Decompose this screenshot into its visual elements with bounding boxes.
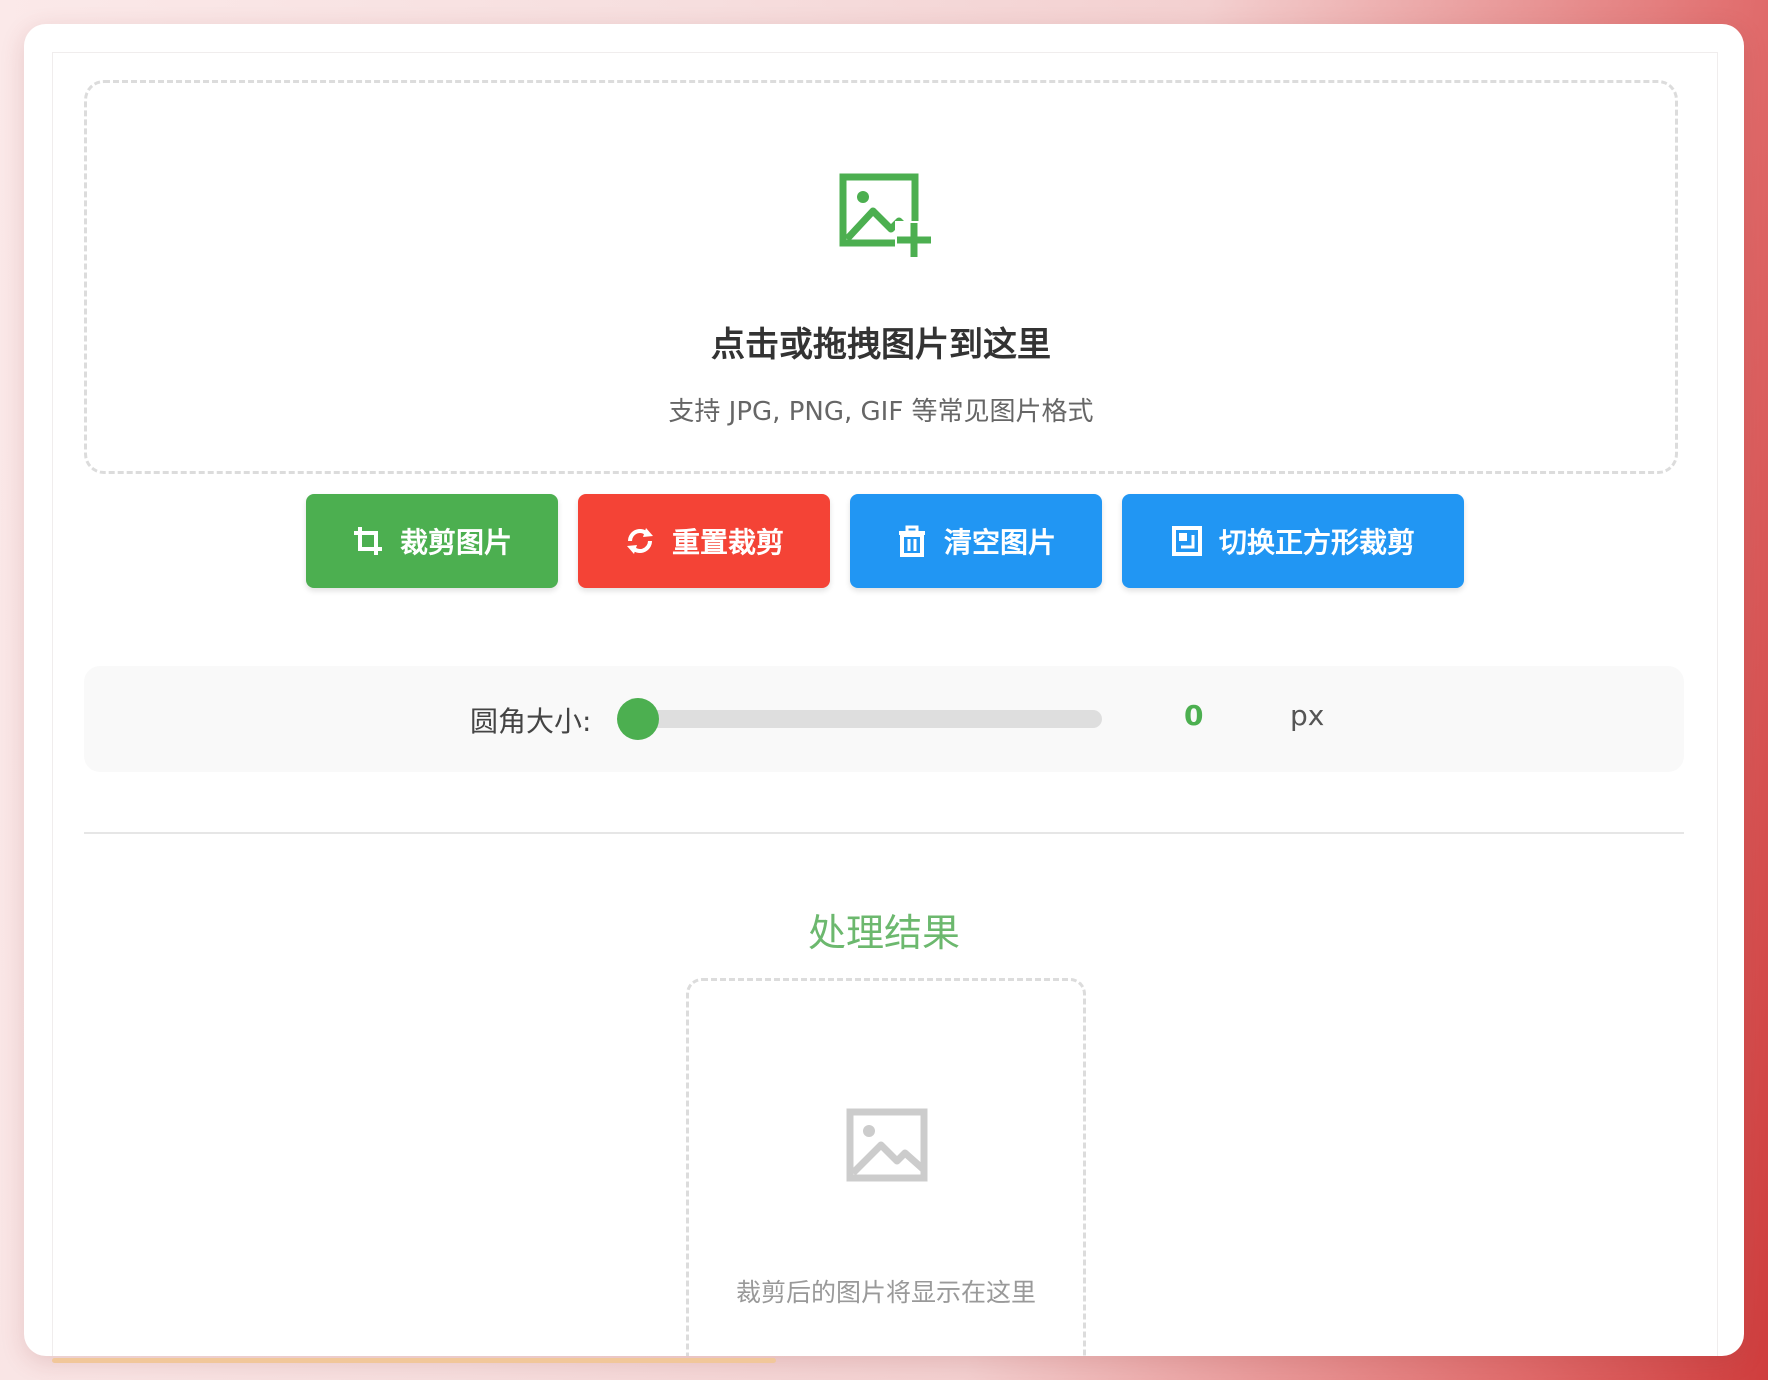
image-add-icon <box>839 173 933 259</box>
toggle-square-crop-button[interactable]: 切换正方形裁剪 <box>1122 494 1464 588</box>
action-toolbar: 裁剪图片 重置裁剪 清空图片 切换正方形裁剪 <box>24 494 1744 588</box>
reset-crop-button-label: 重置裁剪 <box>671 526 784 559</box>
crop-button-label: 裁剪图片 <box>399 526 512 559</box>
square-crop-icon <box>1171 526 1202 556</box>
clear-image-button[interactable]: 清空图片 <box>850 494 1102 588</box>
section-divider <box>84 832 1684 834</box>
result-title: 处理结果 <box>807 911 960 955</box>
image-placeholder-icon <box>846 1108 928 1182</box>
upload-title: 点击或拖拽图片到这里 <box>711 325 1051 365</box>
radius-slider-thumb[interactable] <box>617 698 659 740</box>
radius-unit: px <box>1290 699 1325 732</box>
result-placeholder-text: 裁剪后的图片将显示在这里 <box>735 1278 1036 1307</box>
radius-slider[interactable] <box>617 698 1102 740</box>
radius-control: 圆角大小: 0 px <box>84 666 1684 772</box>
result-preview: 裁剪后的图片将显示在这里 <box>686 978 1086 1356</box>
reset-crop-button[interactable]: 重置裁剪 <box>578 494 830 588</box>
crop-icon <box>353 527 382 555</box>
radius-value: 0 <box>1184 699 1204 732</box>
upload-dropzone[interactable]: 点击或拖拽图片到这里 支持 JPG, PNG, GIF 等常见图片格式 <box>84 80 1678 474</box>
upload-subtitle: 支持 JPG, PNG, GIF 等常见图片格式 <box>668 397 1094 427</box>
radius-label: 圆角大小: <box>470 705 592 738</box>
toggle-square-crop-button-label: 切换正方形裁剪 <box>1218 526 1415 559</box>
trash-icon <box>898 525 925 557</box>
clear-image-button-label: 清空图片 <box>943 526 1056 559</box>
crop-button[interactable]: 裁剪图片 <box>306 494 558 588</box>
progress-bar <box>52 1358 776 1363</box>
main-card: 点击或拖拽图片到这里 支持 JPG, PNG, GIF 等常见图片格式 裁剪图片… <box>24 24 1744 1356</box>
refresh-icon <box>626 528 653 554</box>
